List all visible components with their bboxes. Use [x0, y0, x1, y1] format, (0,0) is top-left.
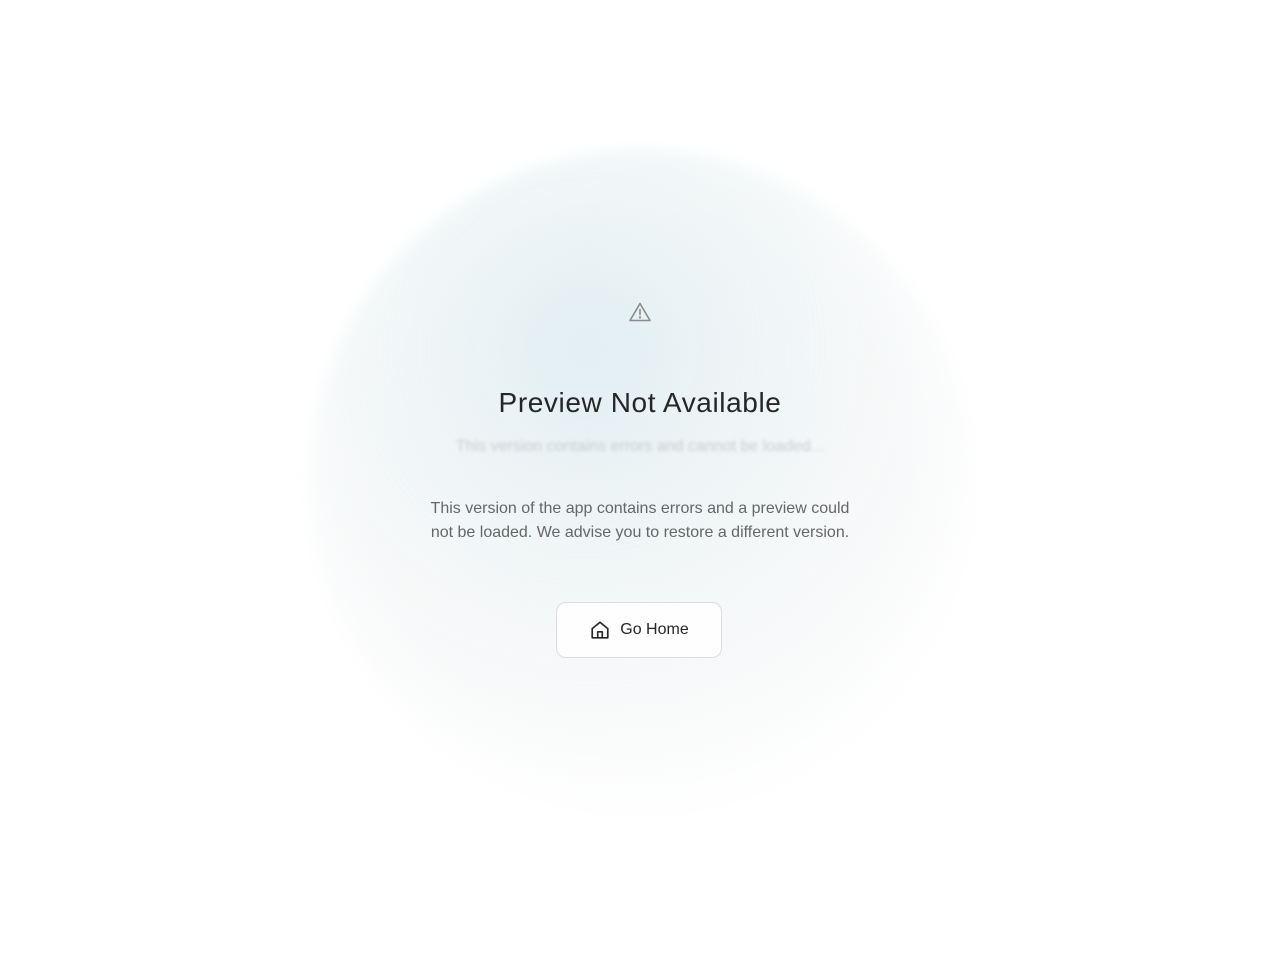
warning-triangle-icon	[628, 300, 652, 324]
error-screen: Preview Not Available This version conta…	[0, 0, 1280, 960]
page-title: Preview Not Available	[498, 387, 782, 418]
error-content: Preview Not Available This version conta…	[0, 0, 1280, 960]
error-description: This version of the app contains errors …	[430, 500, 850, 541]
page-subtitle: This version contains errors and cannot …	[455, 438, 825, 455]
home-icon	[589, 619, 611, 641]
go-home-button[interactable]: Go Home	[556, 602, 722, 658]
go-home-label: Go Home	[620, 621, 689, 638]
